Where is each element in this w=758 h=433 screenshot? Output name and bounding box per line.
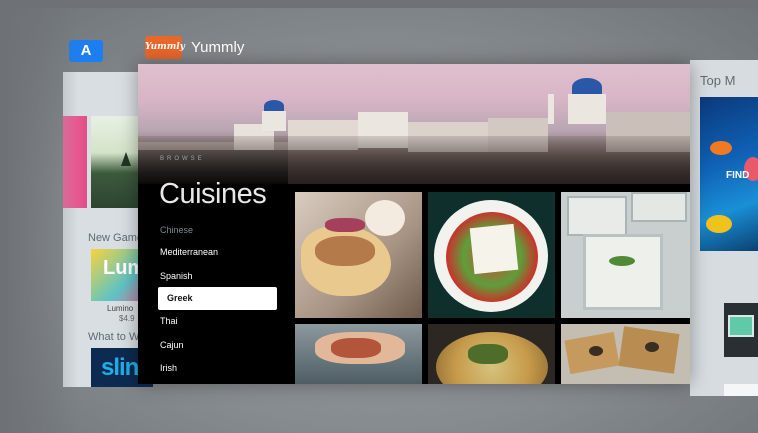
recipe-tile-skewers[interactable]: [295, 324, 422, 384]
cuisine-item-thai[interactable]: Thai: [160, 316, 178, 326]
movies-card[interactable]: Top M FIND: [690, 60, 758, 396]
movie-poster[interactable]: FIND: [700, 97, 758, 251]
browse-label: BROWSE: [160, 156, 205, 162]
app-tile[interactable]: [724, 384, 758, 396]
yummly-app-card[interactable]: BROWSE Cuisines Chinese Mediterranean Sp…: [138, 64, 690, 384]
lumino-price: $4.9: [119, 314, 135, 323]
tv-screen: A Yummly Yummly New Game Lumin Lumino $4…: [8, 8, 758, 433]
cuisine-item-irish[interactable]: Irish: [160, 363, 177, 373]
recipe-tile-greek-salad[interactable]: [428, 192, 555, 318]
cuisine-item-mediterranean[interactable]: Mediterranean: [160, 247, 218, 257]
recipe-tile-gyro[interactable]: [295, 192, 422, 318]
app-tile[interactable]: [724, 303, 758, 357]
recipe-tile-spanakopita[interactable]: [428, 324, 555, 384]
featured-tile-pink[interactable]: [63, 116, 87, 208]
cuisine-item-greek[interactable]: Greek: [158, 287, 277, 310]
section-what-to-watch: What to W: [88, 331, 140, 343]
section-top-movies: Top M: [700, 73, 736, 88]
page-title: Cuisines: [159, 178, 267, 210]
appstore-app-icon[interactable]: A: [69, 40, 103, 62]
tv-icon: [728, 315, 754, 337]
fish-icon: [706, 215, 732, 233]
fish-icon: [710, 141, 732, 155]
yummly-app-icon[interactable]: Yummly: [145, 36, 185, 59]
recipe-grid: [295, 192, 690, 384]
app-title: Yummly: [191, 39, 245, 56]
poster-title: FIND: [726, 170, 750, 181]
sling-logo: slin: [101, 354, 139, 381]
cuisine-item-spanish[interactable]: Spanish: [160, 271, 193, 281]
recipe-tile-baklava[interactable]: [561, 324, 690, 384]
recipe-tile-tzatziki[interactable]: [561, 192, 690, 318]
tree-icon: [121, 152, 131, 166]
section-new-games: New Game: [88, 232, 144, 244]
cuisine-item-chinese[interactable]: Chinese: [160, 225, 193, 235]
lumino-name: Lumino: [107, 304, 134, 313]
cuisine-item-cajun[interactable]: Cajun: [160, 340, 184, 350]
